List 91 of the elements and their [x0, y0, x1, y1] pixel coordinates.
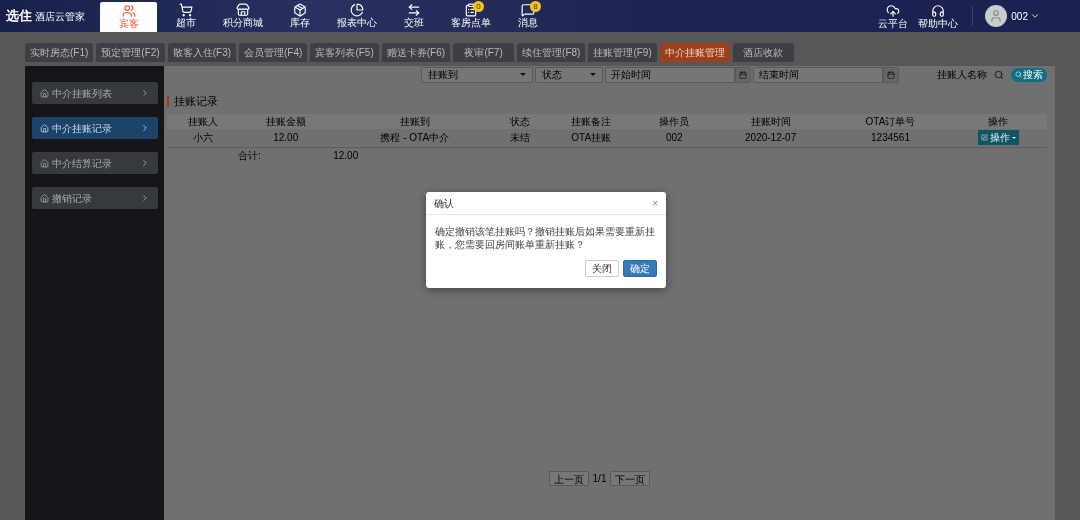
nav-icon	[406, 3, 421, 17]
chevron-down-icon	[1030, 11, 1040, 21]
table-cell: 2020-12-07	[709, 128, 832, 148]
user-menu[interactable]: 002	[1011, 8, 1040, 24]
tab[interactable]: 实时房态(F1)	[25, 43, 94, 62]
tab[interactable]: 会员管理(F4)	[239, 43, 308, 62]
nav-icon	[463, 3, 478, 17]
total-label: 合计:	[238, 147, 334, 163]
table-cell: 携程 - OTA中介	[333, 128, 497, 148]
table-cell: 12.00	[238, 128, 334, 148]
column-header: 挂账时间	[709, 113, 832, 129]
search-button[interactable]: 搜索	[1011, 67, 1047, 82]
tab[interactable]: 挂账管理(F9)	[588, 43, 657, 62]
sidebar-item[interactable]: 中介结算记录	[31, 152, 158, 174]
table-cell: 未结	[496, 128, 544, 148]
tab[interactable]: 续住管理(F8)	[517, 43, 586, 62]
nav-item[interactable]: 库存	[271, 0, 328, 32]
home-icon	[39, 88, 49, 98]
column-header: 挂账金额	[238, 113, 334, 129]
nav-item[interactable]: 客房点单 0	[442, 0, 499, 32]
tab[interactable]: 预定管理(F2)	[96, 43, 165, 62]
tab[interactable]: 宾客列表(F5)	[310, 43, 379, 62]
caret-icon	[1011, 136, 1016, 139]
calendar-icon	[739, 70, 747, 79]
nav-icon	[349, 3, 364, 17]
tab[interactable]: 夜审(F7)	[453, 43, 515, 62]
calendar-button[interactable]	[883, 66, 899, 83]
caret-icon	[520, 73, 526, 76]
nav-item[interactable]: 积分商城	[214, 0, 271, 32]
nav-item[interactable]: 超市	[157, 0, 214, 32]
nav-item[interactable]: 宾客	[100, 2, 157, 32]
search-icon	[1015, 71, 1022, 78]
confirm-button[interactable]: 确定	[623, 260, 657, 277]
brand-name: 酒店云管家	[35, 9, 85, 24]
nav-icon	[235, 3, 250, 17]
select-field[interactable]: 状态	[535, 66, 603, 83]
nav-item[interactable]: 报表中心	[328, 0, 385, 32]
prev-page-button[interactable]: 上一页	[548, 471, 589, 486]
nav-icon	[292, 3, 307, 17]
dialog-message: 确定撤销该笔挂账吗？撤销挂账后如果需要重新挂账，您需要回房间账单重新挂账？	[434, 225, 656, 251]
home-icon	[39, 123, 49, 133]
tool-link[interactable]: 云平台	[876, 0, 911, 32]
edit-icon	[980, 134, 988, 142]
count-badge: 0	[473, 1, 484, 12]
table-cell: 002	[638, 128, 710, 148]
nav-item[interactable]: 交班	[385, 0, 442, 32]
column-header: 挂账备注	[543, 113, 639, 129]
caret-icon	[590, 73, 596, 76]
sidebar-item[interactable]: 中介挂账记录	[31, 117, 158, 139]
tab[interactable]: 酒店收款	[732, 43, 794, 62]
sidebar-item[interactable]: 中介挂账列表	[31, 82, 158, 104]
page-indicator: 1/1	[592, 472, 607, 486]
date-field[interactable]: 开始时间	[605, 66, 735, 83]
action-button[interactable]: 操作	[977, 130, 1019, 146]
tool-icon	[886, 3, 901, 18]
column-header: 挂账到	[333, 113, 497, 129]
tool-icon	[931, 3, 946, 18]
table-cell: 1234561	[831, 128, 950, 148]
nav-icon	[121, 4, 136, 18]
sidebar-item[interactable]: 撤销记录	[31, 187, 158, 209]
calendar-button[interactable]	[735, 66, 751, 83]
count-badge: 8	[530, 1, 541, 12]
column-header: 状态	[496, 113, 544, 129]
column-header: 挂账人	[167, 113, 239, 129]
section-title: 挂账记录	[174, 94, 218, 109]
column-header: OTA订单号	[831, 113, 950, 129]
avatar	[985, 5, 1008, 27]
total-value: 12.00	[333, 147, 497, 163]
next-page-button[interactable]: 下一页	[610, 471, 651, 486]
name-field[interactable]: 挂账人名称	[901, 66, 987, 83]
table-cell: 小六	[167, 128, 239, 148]
home-icon	[39, 158, 49, 168]
close-button[interactable]: ×	[652, 195, 658, 211]
calendar-icon	[887, 70, 895, 79]
column-header: 操作	[949, 113, 1047, 129]
nav-item[interactable]: 消息 8	[499, 0, 556, 32]
tab[interactable]: 中介挂账管理	[659, 43, 730, 62]
date-field[interactable]: 结束时间	[753, 66, 883, 83]
tool-link[interactable]: 帮助中心	[916, 0, 961, 32]
dialog-title: 确认	[434, 196, 455, 211]
tab[interactable]: 赠送卡券(F6)	[381, 43, 451, 62]
nav-icon	[520, 3, 535, 17]
logo: 选住	[6, 7, 32, 26]
select-field[interactable]: 挂账到	[421, 66, 533, 83]
tab[interactable]: 散客入住(F3)	[167, 43, 237, 62]
home-icon	[39, 193, 49, 203]
cancel-button[interactable]: 关闭	[585, 260, 619, 277]
search-icon	[994, 69, 1004, 80]
nav-icon	[178, 3, 193, 17]
table-cell: OTA挂账	[543, 128, 639, 148]
column-header: 操作员	[638, 113, 710, 129]
